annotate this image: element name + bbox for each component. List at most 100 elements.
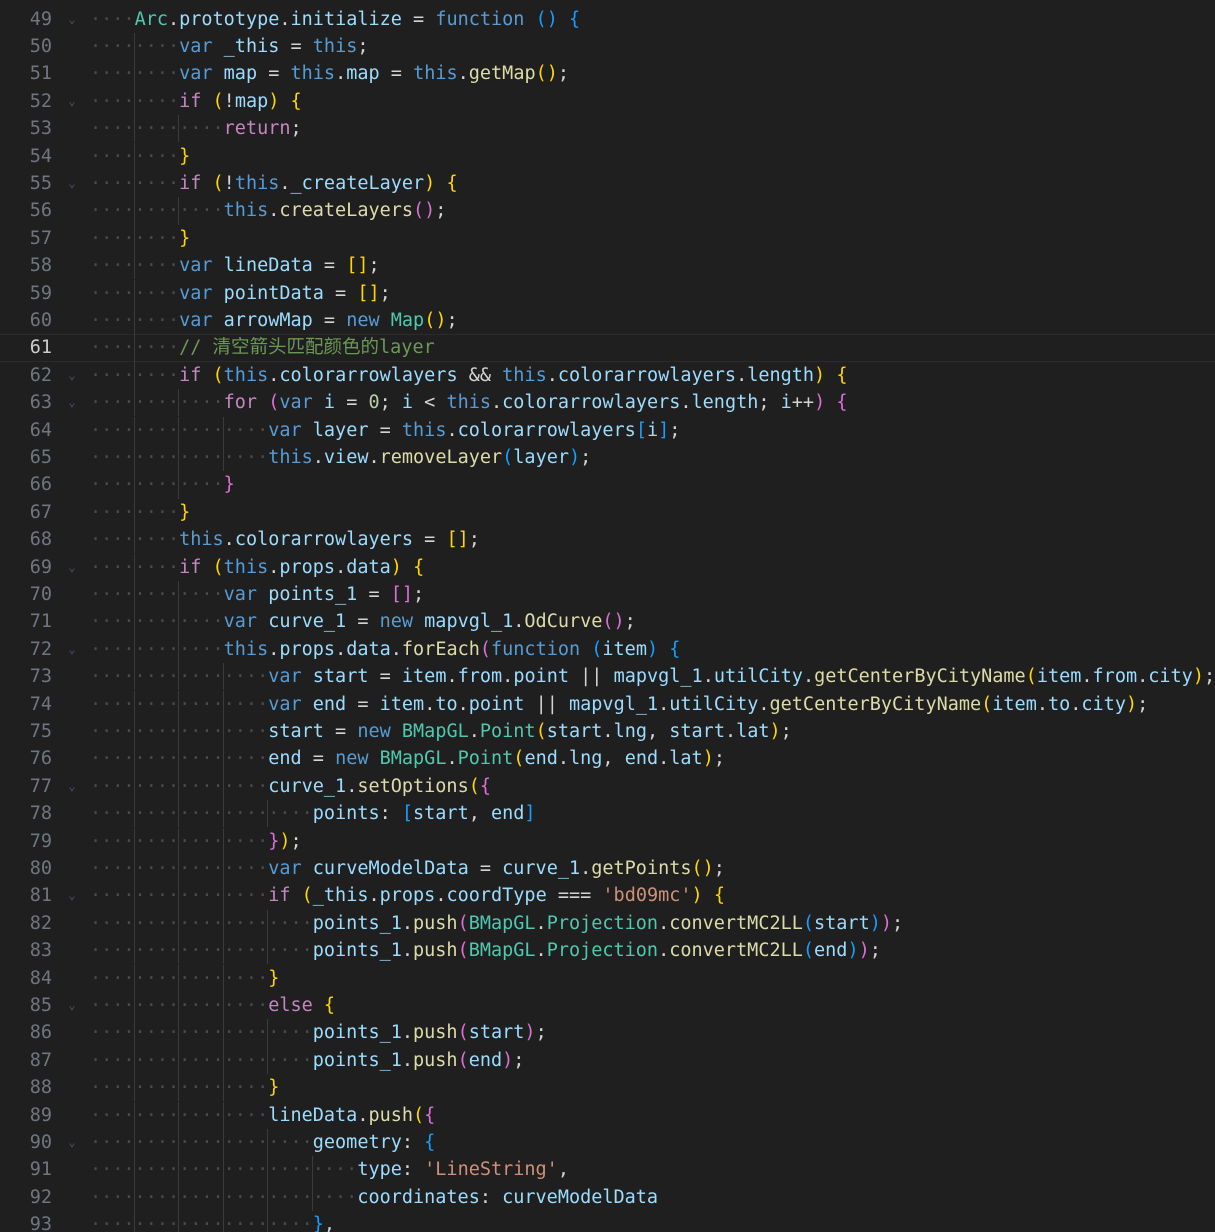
whitespace-dots: ················ [90, 967, 269, 989]
code-text: ····················points: [start, end] [90, 800, 536, 827]
code-token: lat [669, 748, 703, 770]
code-line[interactable]: 68 ········this.colorarrowlayers = []; [0, 526, 1215, 554]
code-line[interactable]: 49 ⌄ ····Arc.prototype.initialize = functi… [0, 6, 1215, 33]
code-token: this [446, 392, 492, 414]
fold-chevron-icon[interactable]: ⌄ [64, 554, 80, 581]
code-line[interactable]: 53 ············return; [0, 115, 1215, 143]
code-token: points [312, 803, 380, 825]
code-line[interactable]: 62 ⌄ ········if (this.colorarrowlayers && … [0, 361, 1215, 390]
code-line[interactable]: 74 ················var end = item.to.poin… [0, 690, 1215, 718]
code-line[interactable]: 86 ····················points_1.push(star… [0, 1019, 1215, 1047]
code-token: var [279, 392, 313, 414]
code-text: ····Arc.prototype.initialize = function … [90, 6, 580, 33]
code-line[interactable]: 65 ················this.view.removeLayer(… [0, 443, 1215, 472]
code-token: ; [290, 118, 302, 140]
code-line[interactable]: 64 ················var layer = this.color… [0, 416, 1215, 444]
code-line[interactable]: 61 ········// 清空箭头匹配颜色的layer [0, 334, 1215, 362]
code-line[interactable]: 75 ················start = new BMapGL.Poi… [0, 717, 1215, 746]
code-token: _createLayer [290, 172, 425, 194]
code-line[interactable]: 58 ········var lineData = []; [0, 252, 1215, 280]
code-line[interactable]: 80 ················var curveModelData = c… [0, 854, 1215, 883]
code-line[interactable]: 57 ········} [0, 224, 1215, 253]
fold-chevron-icon[interactable]: ⌄ [64, 882, 80, 909]
code-line[interactable]: 70 ············var points_1 = []; [0, 580, 1215, 609]
code-editor[interactable]: 49 ⌄ ····Arc.prototype.initialize = functi… [0, 0, 1215, 1232]
code-token: === [546, 885, 603, 907]
code-token: BMapGL [379, 748, 447, 770]
code-line[interactable]: 54 ········} [0, 142, 1215, 170]
line-number: 87 [29, 1049, 52, 1071]
code-token: var [179, 255, 213, 277]
code-line[interactable]: 66 ············} [0, 471, 1215, 499]
code-token: this [223, 364, 269, 386]
fold-chevron-icon[interactable]: ⌄ [64, 636, 80, 663]
fold-chevron-icon[interactable]: ⌄ [64, 362, 80, 389]
code-line[interactable]: 83 ····················points_1.push(BMap… [0, 937, 1215, 965]
line-number: 62 [29, 364, 52, 386]
code-token: ; [713, 857, 725, 879]
code-line[interactable]: 67 ········} [0, 498, 1215, 527]
fold-chevron-icon[interactable]: ⌄ [64, 389, 80, 416]
code-line[interactable]: 93 ····················}, [0, 1211, 1215, 1232]
line-number: 65 [29, 446, 52, 468]
code-token: this [223, 556, 269, 578]
code-line[interactable]: 84 ················} [0, 964, 1215, 992]
fold-chevron-icon[interactable]: ⌄ [64, 88, 80, 115]
code-line[interactable]: 88 ················} [0, 1074, 1215, 1102]
code-token: . [724, 720, 737, 742]
code-line[interactable]: 69 ⌄ ········if (this.props.data) { [0, 553, 1215, 581]
code-line[interactable]: 90 ⌄ ····················geometry: { [0, 1128, 1215, 1157]
code-token: getCenterByCityName [769, 693, 982, 715]
code-token: this [223, 638, 269, 660]
code-token: ; [379, 392, 402, 414]
code-text: ········if (!this._createLayer) { [90, 170, 458, 197]
code-token: end [312, 693, 347, 715]
code-line[interactable]: 71 ············var curve_1 = new mapvgl_1… [0, 608, 1215, 636]
code-line[interactable]: 51 ········var map = this.map = this.getM… [0, 60, 1215, 88]
code-token: . [1036, 693, 1048, 715]
code-token: start [468, 1022, 525, 1044]
code-line[interactable]: 82 ····················points_1.push(BMap… [0, 909, 1215, 938]
code-token: ; [468, 529, 480, 551]
code-line[interactable]: 81 ⌄ ················if (_this.props.coord… [0, 882, 1215, 910]
fold-chevron-icon[interactable]: ⌄ [64, 6, 80, 33]
code-line[interactable]: 91 ························type: 'LineStr… [0, 1156, 1215, 1184]
code-line[interactable]: 72 ⌄ ············this.props.data.forEach(f… [0, 635, 1215, 664]
code-token: { [424, 1104, 436, 1126]
code-line[interactable]: 59 ········var pointData = []; [0, 279, 1215, 307]
fold-chevron-icon[interactable]: ⌄ [64, 992, 80, 1019]
code-line[interactable]: 55 ⌄ ········if (!this._createLayer) { [0, 169, 1215, 198]
fold-chevron-icon[interactable]: ⌄ [64, 170, 80, 197]
fold-chevron-icon[interactable]: ⌄ [64, 773, 80, 800]
line-number: 67 [29, 501, 52, 523]
code-line[interactable]: 73 ················var start = item.from.… [0, 663, 1215, 691]
code-line[interactable]: 63 ⌄ ············for (var i = 0; i < this.… [0, 389, 1215, 417]
code-token: . [658, 748, 670, 770]
code-token: this [234, 172, 280, 194]
fold-chevron-icon[interactable]: ⌄ [64, 1129, 80, 1156]
code-token: = [335, 392, 369, 414]
code-line[interactable]: 77 ⌄ ················curve_1.setOptions({ [0, 772, 1215, 801]
code-line[interactable]: 79 ················}); [0, 827, 1215, 855]
code-line[interactable]: 76 ················end = new BMapGL.Point… [0, 745, 1215, 773]
code-line[interactable]: 56 ············this.createLayers(); [0, 197, 1215, 225]
code-text: ················end = new BMapGL.Point(e… [90, 745, 725, 772]
code-token: = [312, 255, 347, 277]
code-line[interactable]: 52 ⌄ ········if (!map) { [0, 87, 1215, 116]
code-token: Projection [546, 912, 659, 934]
whitespace-dots: ················ [90, 857, 269, 879]
code-line[interactable]: 60 ········var arrowMap = new Map(); [0, 306, 1215, 335]
code-line[interactable]: 78 ····················points: [start, en… [0, 800, 1215, 828]
code-token: Point [479, 720, 536, 742]
code-line[interactable]: 87 ····················points_1.push(end)… [0, 1046, 1215, 1075]
code-line[interactable]: 85 ⌄ ················else { [0, 991, 1215, 1020]
code-line[interactable]: 89 ················lineData.push({ [0, 1101, 1215, 1129]
code-line[interactable]: 50 ········var _this = this; [0, 32, 1215, 61]
code-line[interactable]: 92 ························coordinates: c… [0, 1183, 1215, 1212]
code-token: = [279, 35, 313, 57]
code-token: ; [624, 611, 636, 633]
code-token: lng [569, 748, 603, 770]
line-number: 59 [29, 282, 52, 304]
